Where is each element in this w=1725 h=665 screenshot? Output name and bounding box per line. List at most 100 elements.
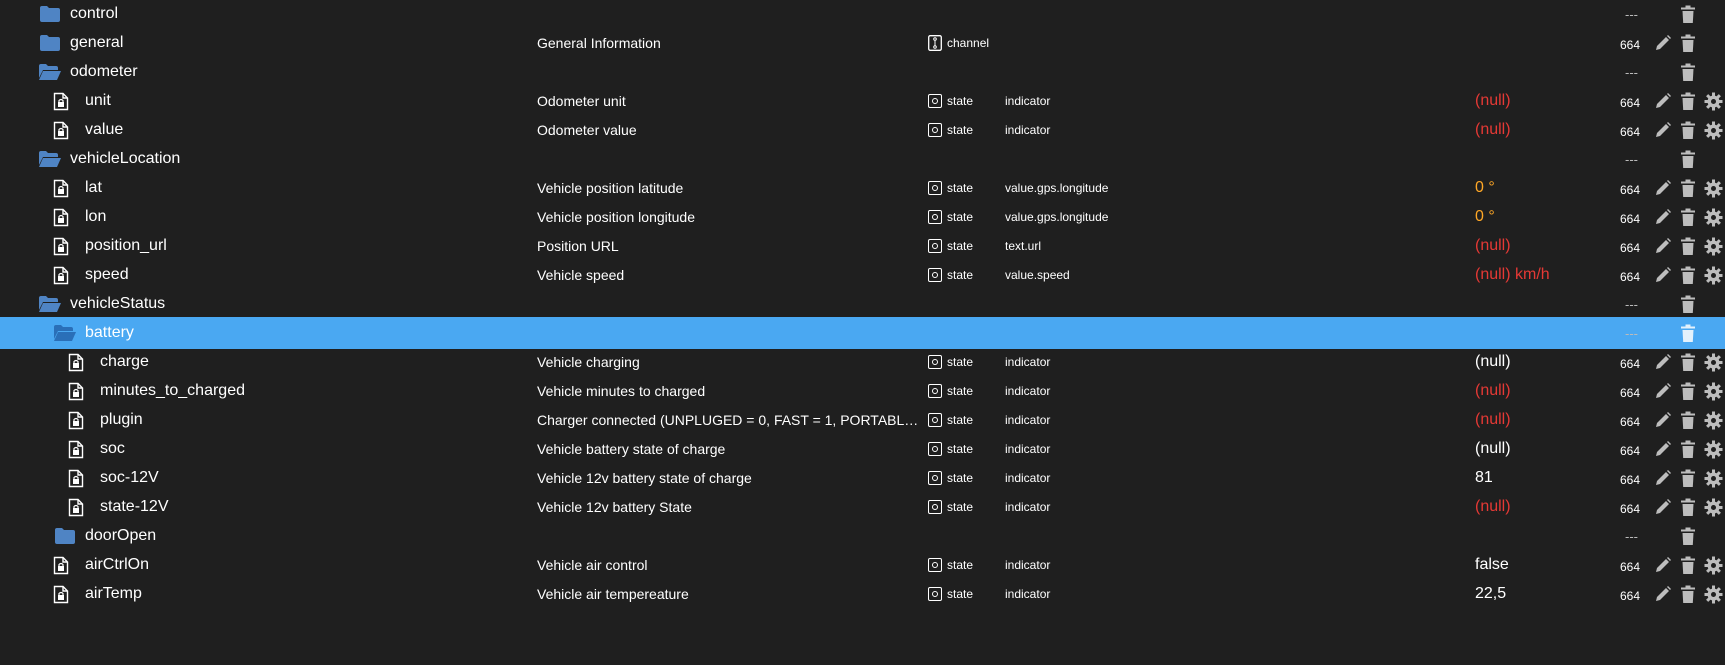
delete-icon[interactable] <box>1677 119 1699 141</box>
node-value[interactable]: 81 <box>1475 462 1493 494</box>
edit-icon[interactable] <box>1652 206 1674 228</box>
settings-gear-icon[interactable] <box>1702 177 1724 199</box>
edit-icon[interactable] <box>1652 264 1674 286</box>
node-value[interactable]: 22,5 <box>1475 578 1506 610</box>
settings-gear-icon[interactable] <box>1702 438 1724 460</box>
folder-open-icon[interactable] <box>53 317 77 349</box>
folder-row[interactable]: general General Information channel 664 <box>0 27 1725 59</box>
edit-icon[interactable] <box>1652 177 1674 199</box>
node-type-label: state <box>947 210 974 224</box>
settings-gear-icon[interactable] <box>1702 235 1724 257</box>
state-row[interactable]: charge Vehicle charging state indicator (nul… <box>0 346 1725 378</box>
node-value[interactable]: (null) <box>1475 114 1511 146</box>
folder-open-icon[interactable] <box>38 143 62 175</box>
delete-icon[interactable] <box>1677 235 1699 257</box>
state-row[interactable]: speed Vehicle speed state value.speed (null)… <box>0 259 1725 291</box>
settings-gear-icon[interactable] <box>1702 380 1724 402</box>
node-role: indicator <box>1005 384 1051 398</box>
delete-icon[interactable] <box>1677 583 1699 605</box>
folder-row[interactable]: battery --- <box>0 317 1725 349</box>
settings-gear-icon[interactable] <box>1702 264 1724 286</box>
edit-icon[interactable] <box>1652 583 1674 605</box>
state-row[interactable]: lat Vehicle position latitude state value.g… <box>0 172 1725 204</box>
node-value[interactable]: (null) <box>1475 85 1511 117</box>
state-row[interactable]: state-12V Vehicle 12v battery State state i… <box>0 491 1725 523</box>
settings-gear-icon[interactable] <box>1702 467 1724 489</box>
folder-open-icon[interactable] <box>38 56 62 88</box>
delete-icon[interactable] <box>1677 177 1699 199</box>
node-value[interactable]: (null) <box>1475 375 1511 407</box>
node-value[interactable]: (null) <box>1475 433 1511 465</box>
state-row[interactable]: plugin Charger connected (UNPLUGED = 0, F… <box>0 404 1725 436</box>
edit-icon[interactable] <box>1652 496 1674 518</box>
folder-row[interactable]: vehicleLocation --- <box>0 143 1725 175</box>
delete-icon[interactable] <box>1677 32 1699 54</box>
edit-icon[interactable] <box>1652 90 1674 112</box>
edit-icon[interactable] <box>1652 409 1674 431</box>
delete-icon[interactable] <box>1677 61 1699 83</box>
edit-icon[interactable] <box>1652 235 1674 257</box>
delete-icon[interactable] <box>1677 554 1699 576</box>
node-value[interactable]: 0 ° <box>1475 201 1495 233</box>
delete-icon[interactable] <box>1677 90 1699 112</box>
state-row[interactable]: minutes_to_charged Vehicle minutes to cha… <box>0 375 1725 407</box>
delete-icon[interactable] <box>1677 148 1699 170</box>
settings-gear-icon[interactable] <box>1702 119 1724 141</box>
settings-gear-icon[interactable] <box>1702 206 1724 228</box>
edit-icon[interactable] <box>1652 351 1674 373</box>
state-row[interactable]: airCtrlOn Vehicle air control state indicat… <box>0 549 1725 581</box>
delete-icon[interactable] <box>1677 3 1699 25</box>
delete-icon[interactable] <box>1677 525 1699 547</box>
folder-icon[interactable] <box>53 520 77 552</box>
settings-gear-icon[interactable] <box>1702 90 1724 112</box>
node-value[interactable]: 0 ° <box>1475 172 1495 204</box>
delete-icon[interactable] <box>1677 264 1699 286</box>
state-row[interactable]: lon Vehicle position longitude state value.… <box>0 201 1725 233</box>
node-value[interactable]: (null) <box>1475 230 1511 262</box>
delete-icon[interactable] <box>1677 409 1699 431</box>
node-value[interactable]: false <box>1475 549 1509 581</box>
node-type: state <box>928 230 973 262</box>
delete-icon[interactable] <box>1677 438 1699 460</box>
row-actions <box>1652 404 1725 436</box>
node-role: indicator <box>1005 123 1051 137</box>
folder-open-icon[interactable] <box>38 288 62 320</box>
node-type: state <box>928 201 973 233</box>
settings-gear-icon[interactable] <box>1702 554 1724 576</box>
state-row[interactable]: position_url Position URL state text.url (nu… <box>0 230 1725 262</box>
delete-icon[interactable] <box>1677 206 1699 228</box>
state-row[interactable]: soc Vehicle battery state of charge state i… <box>0 433 1725 465</box>
edit-icon[interactable] <box>1652 438 1674 460</box>
folder-icon[interactable] <box>38 0 62 30</box>
edit-icon[interactable] <box>1652 32 1674 54</box>
edit-icon[interactable] <box>1652 467 1674 489</box>
state-row[interactable]: airTemp Vehicle air tempereature state indi… <box>0 578 1725 610</box>
edit-icon[interactable] <box>1652 554 1674 576</box>
delete-icon[interactable] <box>1677 380 1699 402</box>
node-value[interactable]: (null) <box>1475 346 1511 378</box>
delete-icon[interactable] <box>1677 467 1699 489</box>
settings-gear-icon[interactable] <box>1702 409 1724 431</box>
folder-icon[interactable] <box>38 27 62 59</box>
folder-row[interactable]: odometer --- <box>0 56 1725 88</box>
state-row[interactable]: soc-12V Vehicle 12v battery state of char… <box>0 462 1725 494</box>
folder-row[interactable]: vehicleStatus --- <box>0 288 1725 320</box>
settings-gear-icon[interactable] <box>1702 351 1724 373</box>
delete-icon[interactable] <box>1677 496 1699 518</box>
delete-icon[interactable] <box>1677 293 1699 315</box>
delete-icon[interactable] <box>1677 351 1699 373</box>
node-value[interactable]: (null) <box>1475 491 1511 523</box>
folder-row[interactable]: doorOpen --- <box>0 520 1725 552</box>
node-value[interactable]: (null) km/h <box>1475 259 1550 291</box>
settings-gear-icon[interactable] <box>1702 583 1724 605</box>
node-description: Vehicle 12v battery state of charge <box>537 470 752 486</box>
node-value[interactable]: (null) <box>1475 404 1511 436</box>
delete-icon[interactable] <box>1677 322 1699 344</box>
state-row[interactable]: value Odometer value state indicator (null) 6… <box>0 114 1725 146</box>
node-description: Position URL <box>537 238 619 254</box>
state-row[interactable]: unit Odometer unit state indicator (null) 664 <box>0 85 1725 117</box>
settings-gear-icon[interactable] <box>1702 496 1724 518</box>
edit-icon[interactable] <box>1652 119 1674 141</box>
edit-icon[interactable] <box>1652 380 1674 402</box>
folder-row[interactable]: control --- <box>0 0 1725 30</box>
